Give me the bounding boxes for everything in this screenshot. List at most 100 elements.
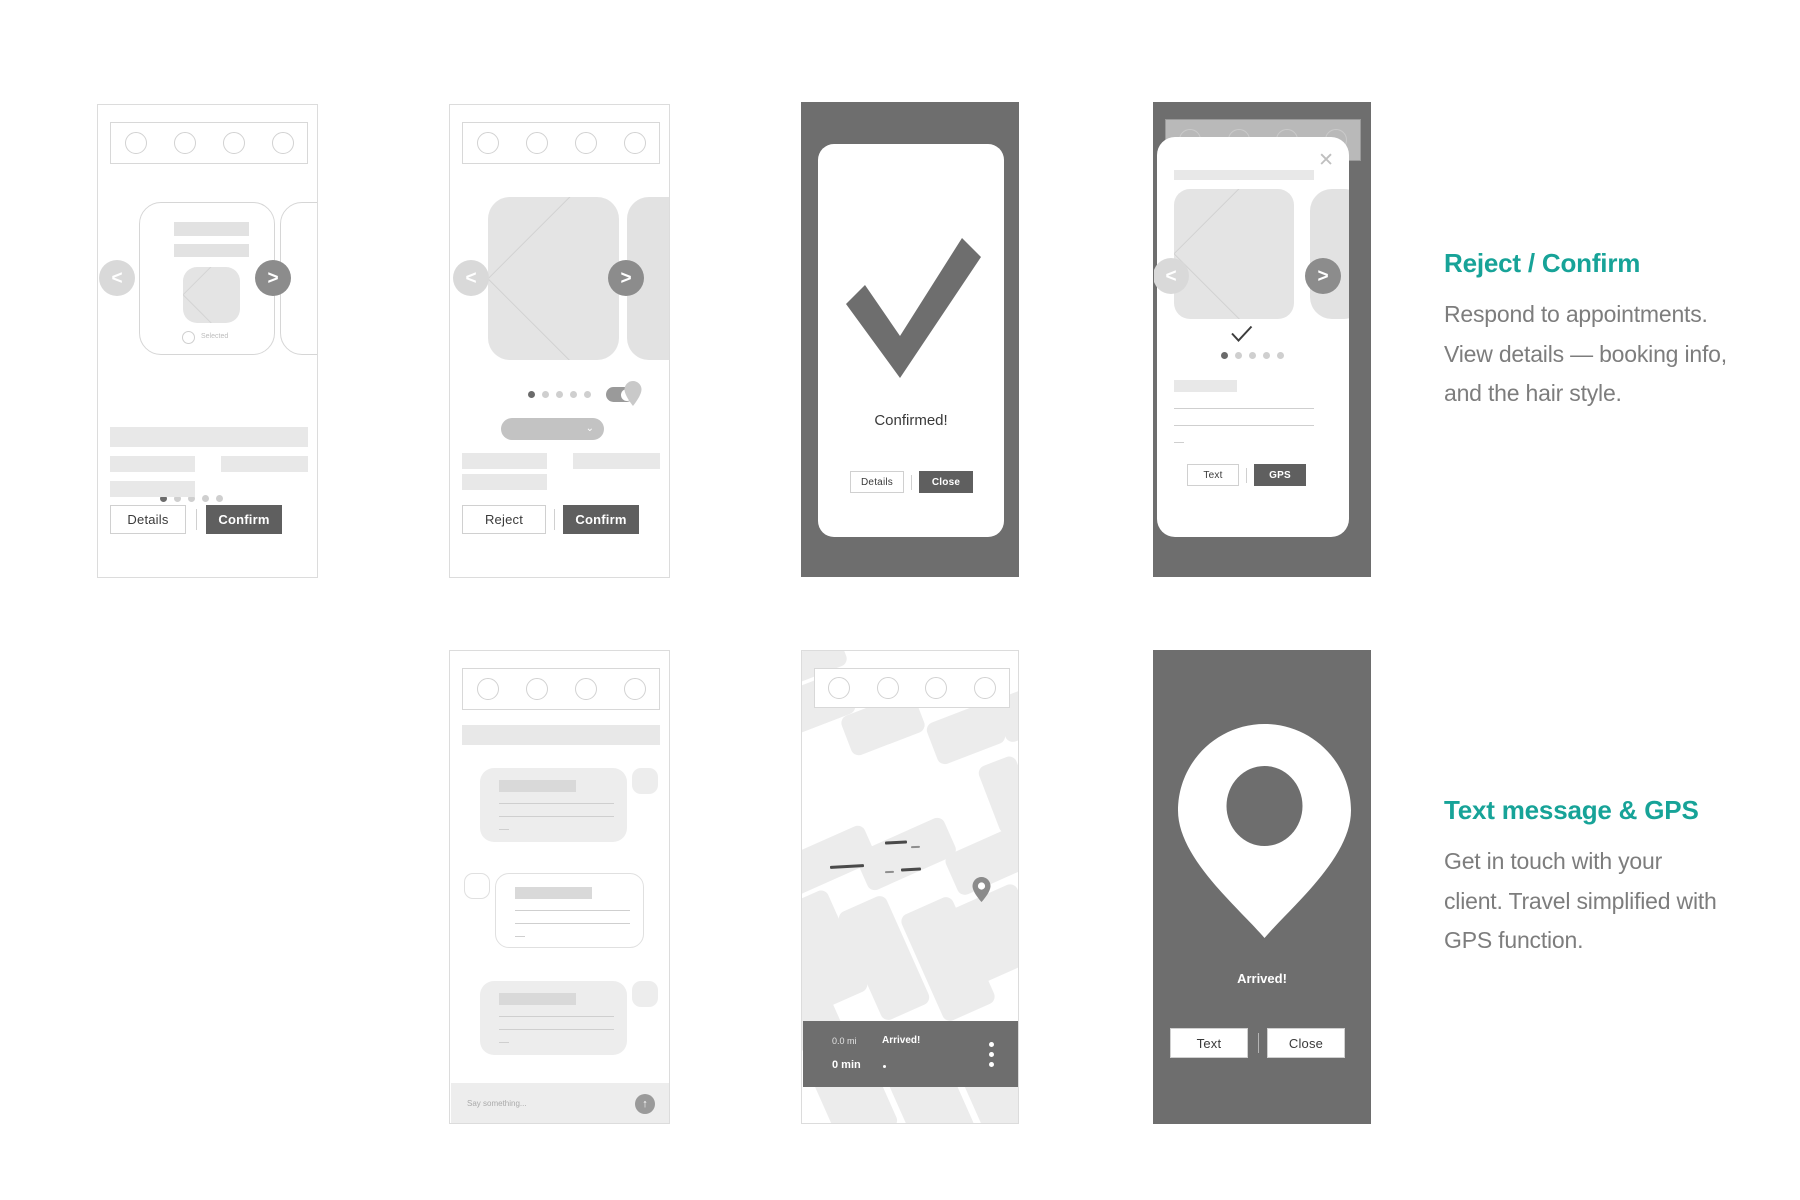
- carousel-dots: [1221, 352, 1284, 359]
- bubble-title-placeholder: [499, 993, 576, 1005]
- navbar-map: [814, 668, 1010, 708]
- bubble-line-3: [515, 936, 525, 937]
- nav-circle-icon-2[interactable]: [173, 132, 196, 154]
- carousel-dot-5[interactable]: [216, 495, 223, 502]
- close-button[interactable]: Close: [1267, 1028, 1345, 1058]
- carousel-dot-1[interactable]: [1221, 352, 1228, 359]
- carousel-dot-5[interactable]: [584, 391, 591, 398]
- confirm-button[interactable]: Confirm: [206, 505, 282, 534]
- info-row-1: [110, 427, 308, 447]
- carousel-next-button[interactable]: >: [1305, 258, 1341, 294]
- card-select-radio[interactable]: [182, 331, 195, 344]
- nav-circle-icon-4[interactable]: [271, 132, 294, 154]
- carousel-prev-button[interactable]: <: [99, 260, 135, 296]
- carousel-card-current[interactable]: [1174, 189, 1294, 319]
- nav-circle-icon-3[interactable]: [574, 132, 597, 154]
- button-divider: [196, 509, 197, 530]
- confirm-button[interactable]: Confirm: [563, 505, 639, 534]
- details-button[interactable]: Details: [850, 471, 904, 493]
- nav-circle-icon-3[interactable]: [222, 132, 245, 154]
- carousel-dot-2[interactable]: [1235, 352, 1242, 359]
- chat-bubble-incoming-1[interactable]: [495, 873, 644, 948]
- nav-circle-icon-4[interactable]: [623, 678, 646, 700]
- nav-circle-icon-1[interactable]: [476, 678, 499, 700]
- carousel-dot-5[interactable]: [1277, 352, 1284, 359]
- carousel-dot-4[interactable]: [202, 495, 209, 502]
- booking-heading-placeholder: [1174, 380, 1237, 392]
- bubble-line-1: [499, 1016, 614, 1017]
- carousel-dot-2[interactable]: [542, 391, 549, 398]
- carousel-dot-4[interactable]: [1263, 352, 1270, 359]
- chat-avatar-incoming-1: [464, 873, 490, 899]
- carousel-next-button[interactable]: >: [255, 260, 291, 296]
- nav-circle-icon-2[interactable]: [525, 132, 548, 154]
- navbar-chat: [462, 668, 660, 710]
- close-icon[interactable]: ✕: [1318, 151, 1334, 170]
- checkmark-icon: [1231, 325, 1253, 342]
- annotation-line: Respond to appointments.: [1444, 301, 1708, 327]
- service-dropdown[interactable]: ⌄: [501, 418, 604, 440]
- info-row-1-left: [462, 453, 547, 469]
- chat-date-banner: [462, 725, 660, 745]
- nav-circle-icon-1[interactable]: [828, 677, 851, 699]
- checkmark-icon: [846, 238, 981, 378]
- details-modal: ✕ Text GPS: [1157, 137, 1349, 537]
- nav-circle-icon-1[interactable]: [476, 132, 499, 154]
- modal-title-placeholder: [1174, 170, 1314, 180]
- reject-button[interactable]: Reject: [462, 505, 546, 534]
- carousel-prev-button[interactable]: <: [1154, 258, 1189, 294]
- phone-confirmed: Confirmed! Details Close: [801, 102, 1019, 577]
- nav-circle-icon-2[interactable]: [525, 678, 548, 700]
- navbar-booking-respond: [462, 122, 660, 164]
- bubble-title-placeholder: [515, 887, 592, 899]
- nav-circle-icon-3[interactable]: [574, 678, 597, 700]
- annotation-reject-confirm: Reject / Confirm Respond to appointments…: [1444, 248, 1774, 414]
- nav-circle-icon-3[interactable]: [925, 677, 948, 699]
- map-status: Arrived!: [882, 1035, 921, 1046]
- map-eta: 0 min: [832, 1059, 861, 1071]
- carousel-next-button[interactable]: >: [608, 260, 644, 296]
- confirmed-title: Confirmed!: [874, 412, 948, 429]
- phone-chat: Say something... ↑: [449, 650, 670, 1124]
- carousel-dot-1[interactable]: [528, 391, 535, 398]
- carousel-card-next[interactable]: [1310, 189, 1349, 319]
- annotation-line: GPS function.: [1444, 927, 1584, 954]
- carousel-dot-3[interactable]: [1249, 352, 1256, 359]
- nav-circle-icon-2[interactable]: [876, 677, 899, 699]
- chat-input-bar[interactable]: Say something... ↑: [451, 1083, 669, 1123]
- nav-circle-icon-4[interactable]: [973, 677, 996, 699]
- map-pin-icon: [624, 381, 642, 406]
- annotation-line: and the hair style.: [1444, 380, 1622, 407]
- nav-circle-icon-1[interactable]: [124, 132, 147, 154]
- map-block: [976, 754, 1018, 836]
- details-button[interactable]: Details: [110, 505, 186, 534]
- arrived-title: Arrived!: [1237, 971, 1287, 986]
- carousel-card-current[interactable]: [488, 197, 619, 360]
- carousel-prev-button[interactable]: <: [453, 260, 489, 296]
- bubble-line-2: [515, 923, 630, 924]
- button-divider: [1258, 1033, 1259, 1053]
- carousel-dot-3[interactable]: [556, 391, 563, 398]
- gps-button[interactable]: GPS: [1254, 464, 1306, 486]
- nav-circle-icon-4[interactable]: [623, 132, 646, 154]
- annotation-text-gps: Text message & GPS Get in touch with you…: [1444, 795, 1774, 961]
- close-button[interactable]: Close: [919, 471, 973, 493]
- booking-detail-line-2: [1174, 425, 1314, 426]
- kebab-menu-icon[interactable]: [989, 1042, 994, 1067]
- chat-avatar-outgoing-2: [632, 981, 658, 1007]
- phone-booking-select: Selected < > Details Confirm: [97, 104, 318, 578]
- text-button[interactable]: Text: [1187, 464, 1239, 486]
- chat-bubble-outgoing-2[interactable]: [480, 981, 627, 1055]
- text-button[interactable]: Text: [1170, 1028, 1248, 1058]
- phone-map: 0.0 mi Arrived! 0 min: [801, 650, 1019, 1124]
- carousel-dot-4[interactable]: [570, 391, 577, 398]
- info-row-2: [462, 474, 547, 490]
- chat-bubble-outgoing-1[interactable]: [480, 768, 627, 842]
- annotation-heading: Text message & GPS: [1444, 795, 1699, 825]
- map-pin-icon[interactable]: [972, 877, 991, 902]
- bubble-line-2: [499, 816, 614, 817]
- button-divider: [911, 475, 912, 490]
- confirmation-sheet: Confirmed! Details Close: [818, 144, 1004, 537]
- annotation-line: Get in touch with your: [1444, 848, 1663, 874]
- send-arrow-up-icon[interactable]: ↑: [635, 1094, 655, 1114]
